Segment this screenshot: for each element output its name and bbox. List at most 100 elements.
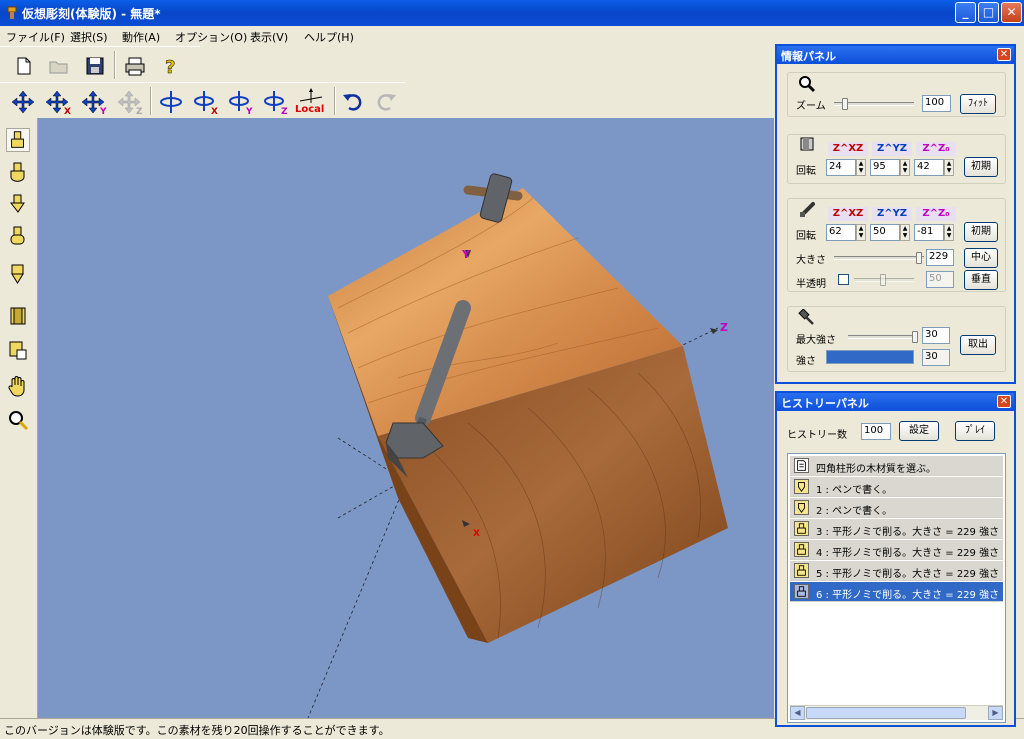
history-item-selected[interactable]: 6 : 平形ノミで削る。大きさ = 229 強さ = 30 (790, 582, 1003, 602)
fit-button[interactable]: ﾌｨｯﾄ (960, 94, 996, 114)
tool-rot-z-field[interactable]: -81 (914, 224, 944, 241)
round-chisel-icon[interactable] (6, 160, 30, 184)
material-rot-xz-spinner[interactable]: ▲ ▼ (856, 159, 866, 176)
rotate-z-icon[interactable]: Z (263, 89, 289, 115)
gouge-icon[interactable] (6, 224, 30, 248)
menu-options[interactable]: オプション(O) (175, 29, 247, 45)
tool-rotation-label: 回転 (796, 231, 816, 242)
history-list[interactable]: 四角柱形の木材質を選ぶ。 1 : ペンで書く。 2 : ペンで書く。 3 : 平… (787, 453, 1006, 723)
app-icon (7, 6, 17, 19)
scroll-right-arrow-icon[interactable]: ▶ (988, 706, 1003, 720)
history-count-field[interactable]: 100 (861, 423, 891, 440)
svg-text:Y: Y (245, 107, 253, 115)
tool-settings-group: Z^XZ Z^YZ Z^Z₀ 回転 62 ▲ ▼ 50 ▲ ▼ -81 ▲ ▼ 初期 … (787, 198, 1006, 292)
tool-reset-button[interactable]: 初期 (964, 222, 998, 242)
history-panel-close-button[interactable]: ✕ (997, 395, 1011, 408)
hand-pan-icon[interactable] (6, 374, 30, 398)
rotate-y-icon[interactable]: Y (228, 89, 254, 115)
move-z-icon: Z (118, 90, 143, 115)
chisel-icon (794, 584, 809, 599)
tool-rot-yz-field[interactable]: 50 (870, 224, 900, 241)
pen-icon (794, 500, 809, 515)
v-chisel-icon[interactable] (6, 192, 30, 216)
file-toolbar: ? (0, 46, 200, 82)
menu-action[interactable]: 動作(A) (122, 29, 160, 45)
zoom-slider-thumb[interactable] (842, 98, 848, 110)
translucent-label: 半透明 (796, 279, 826, 290)
history-item[interactable]: 5 : 平形ノミで削る。大きさ = 229 強さ = 30 (790, 561, 1003, 581)
print-icon[interactable] (122, 53, 148, 79)
vertical-button[interactable]: 垂直 (964, 270, 998, 290)
rotate-x-icon[interactable]: X (193, 89, 219, 115)
zoom-label: ズーム (796, 101, 826, 112)
menu-help[interactable]: ヘルプ(H) (304, 29, 354, 45)
history-horizontal-scrollbar[interactable]: ◀ ▶ (790, 705, 1003, 720)
history-item[interactable]: 4 : 平形ノミで削る。大きさ = 229 強さ = 6 (790, 540, 1003, 560)
scroll-left-arrow-icon[interactable]: ◀ (790, 706, 805, 720)
strength-bar (826, 350, 914, 364)
axis-y-label: Y (461, 248, 471, 261)
material-tag-xz: Z^XZ (828, 142, 868, 156)
axis-x-label: X (473, 529, 480, 539)
view-toolbar: X Y Z X Y Z Local (0, 82, 405, 118)
center-button[interactable]: 中心 (964, 248, 998, 268)
menu-view[interactable]: 表示(V) (250, 29, 288, 45)
tool-rot-z-spinner[interactable]: ▲ ▼ (944, 224, 954, 241)
translucent-checkbox[interactable] (838, 274, 849, 285)
tool-rot-xz-spinner[interactable]: ▲ ▼ (856, 224, 866, 241)
history-item[interactable]: 2 : ペンで書く。 (790, 498, 1003, 518)
local-axis-button[interactable]: Local (294, 87, 328, 117)
scroll-thumb[interactable] (806, 707, 966, 719)
document-icon (794, 458, 809, 473)
history-item[interactable]: 1 : ペンで書く。 (790, 477, 1003, 497)
history-settings-button[interactable]: 設定 (899, 421, 939, 441)
move-x-icon[interactable]: X (46, 89, 72, 115)
size-value-field[interactable]: 229 (926, 249, 954, 266)
open-folder-icon[interactable] (46, 53, 72, 79)
pen-tool-icon[interactable] (6, 262, 30, 286)
size-slider-thumb[interactable] (916, 252, 922, 264)
flat-chisel-icon[interactable] (6, 128, 30, 152)
undo-icon[interactable] (340, 89, 366, 115)
menu-file[interactable]: ファイル(F) (6, 29, 65, 45)
material-reset-button[interactable]: 初期 (964, 157, 998, 177)
history-item[interactable]: 3 : 平形ノミで削る。大きさ = 229 強さ = 30 (790, 519, 1003, 539)
scene-canvas[interactable]: Y Z X (38, 118, 774, 718)
close-button[interactable]: ✕ (1001, 2, 1022, 23)
remove-button[interactable]: 取出 (960, 335, 996, 355)
maximize-button[interactable]: □ (978, 2, 999, 23)
size-slider-track[interactable] (834, 256, 924, 260)
zoom-value-field[interactable]: 100 (922, 95, 951, 112)
local-axis-icon (299, 88, 323, 103)
history-play-button[interactable]: ﾌﾟﾚｲ (955, 421, 995, 441)
save-icon[interactable] (82, 53, 108, 79)
zoom-icon[interactable] (6, 408, 30, 432)
material-rot-z-spinner[interactable]: ▲ ▼ (944, 159, 954, 176)
minimize-button[interactable]: _ (955, 2, 976, 23)
move-y-icon[interactable]: Y (82, 89, 108, 115)
max-strength-slider-track[interactable] (848, 335, 916, 339)
material-select-icon[interactable] (6, 338, 30, 362)
max-strength-value-field[interactable]: 30 (922, 327, 950, 344)
history-item[interactable]: 四角柱形の木材質を選ぶ。 (790, 456, 1003, 476)
tool-rot-yz-spinner[interactable]: ▲ ▼ (900, 224, 910, 241)
3d-viewport[interactable]: Y Z X (38, 118, 774, 718)
help-question-icon[interactable]: ? (157, 53, 183, 79)
material-rot-z-field[interactable]: 42 (914, 159, 944, 176)
chisel-settings-icon (800, 202, 815, 217)
tool-rot-xz-field[interactable]: 62 (826, 224, 856, 241)
material-rot-yz-field[interactable]: 95 (870, 159, 900, 176)
redo-icon (377, 94, 396, 111)
material-rot-xz-field[interactable]: 24 (826, 159, 856, 176)
rotate-icon[interactable] (158, 89, 184, 115)
menu-select[interactable]: 選択(S) (70, 29, 108, 45)
translucent-slider-thumb[interactable] (880, 274, 886, 286)
svg-text:?: ? (165, 57, 175, 78)
material-rot-yz-spinner[interactable]: ▲ ▼ (900, 159, 910, 176)
material-icon[interactable] (6, 304, 30, 328)
new-file-icon[interactable] (10, 53, 36, 79)
info-panel-close-button[interactable]: ✕ (997, 48, 1011, 61)
max-strength-slider-thumb[interactable] (912, 331, 918, 343)
strength-value-field: 30 (922, 349, 950, 366)
move-icon[interactable] (10, 89, 36, 115)
